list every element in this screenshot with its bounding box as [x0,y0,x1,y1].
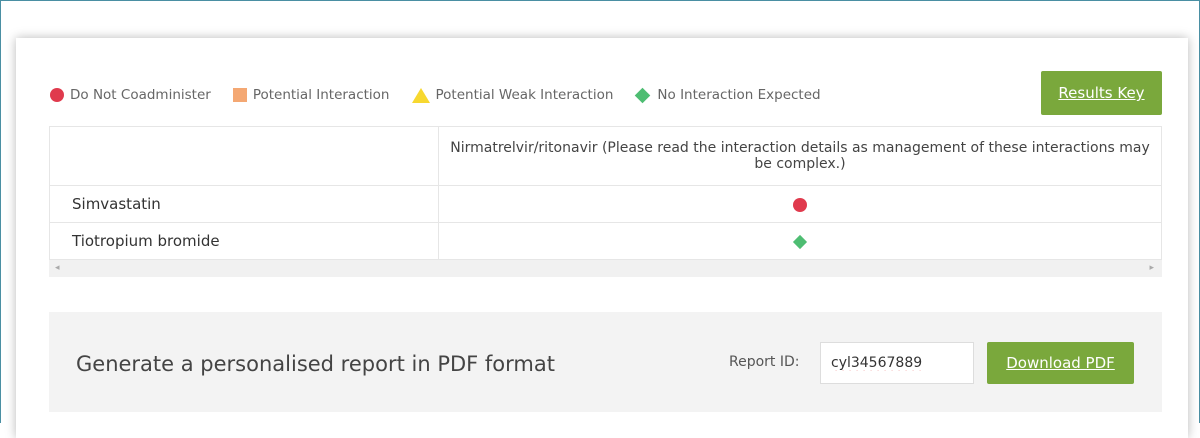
orange-square-icon [232,88,247,102]
legend-label: Do Not Coadminister [70,87,211,103]
column-header: Nirmatrelvir/ritonavir (Please read the … [438,126,1162,186]
legend-label: Potential Interaction [252,87,390,103]
drug-name: Tiotropium bromide [49,222,439,260]
red-circle-icon [50,88,64,102]
legend-item-potential-interaction: Potential Interaction [232,87,390,103]
legend-item-do-not-coadminister: Do Not Coadminister [50,87,211,103]
legend-label: No Interaction Expected [657,87,821,103]
legend-item-potential-weak-interaction: Potential Weak Interaction [411,87,614,103]
download-pdf-button[interactable]: Download PDF [987,342,1134,384]
report-id-input[interactable] [820,342,974,384]
green-diamond-icon[interactable] [792,234,808,249]
legend-item-no-interaction: No Interaction Expected [635,87,821,103]
table-row[interactable]: Simvastatin [49,185,1162,223]
table-row[interactable]: Tiotropium bromide [49,222,1162,260]
interaction-table: Nirmatrelvir/ritonavir (Please read the … [49,126,1162,278]
legend: Do Not Coadminister Potential Interactio… [50,86,843,104]
interaction-cell[interactable] [438,185,1162,223]
green-diamond-icon [635,87,651,103]
scroll-right-icon[interactable]: ▸ [1149,263,1154,273]
scroll-left-icon[interactable]: ◂ [55,263,60,273]
report-title: Generate a personalised report in PDF fo… [76,352,555,376]
drug-name: Simvastatin [49,185,439,223]
horizontal-scrollbar[interactable]: ◂ ▸ [49,260,1162,277]
table-header-row: Nirmatrelvir/ritonavir (Please read the … [49,126,1162,186]
yellow-triangle-icon [411,87,430,103]
legend-label: Potential Weak Interaction [435,87,614,103]
interaction-cell[interactable] [438,222,1162,260]
report-panel: Generate a personalised report in PDF fo… [49,312,1162,412]
results-key-button[interactable]: Results Key [1041,71,1162,115]
table-corner-cell [49,126,439,186]
red-circle-icon[interactable] [793,197,807,212]
report-id-label: Report ID: [729,354,800,370]
